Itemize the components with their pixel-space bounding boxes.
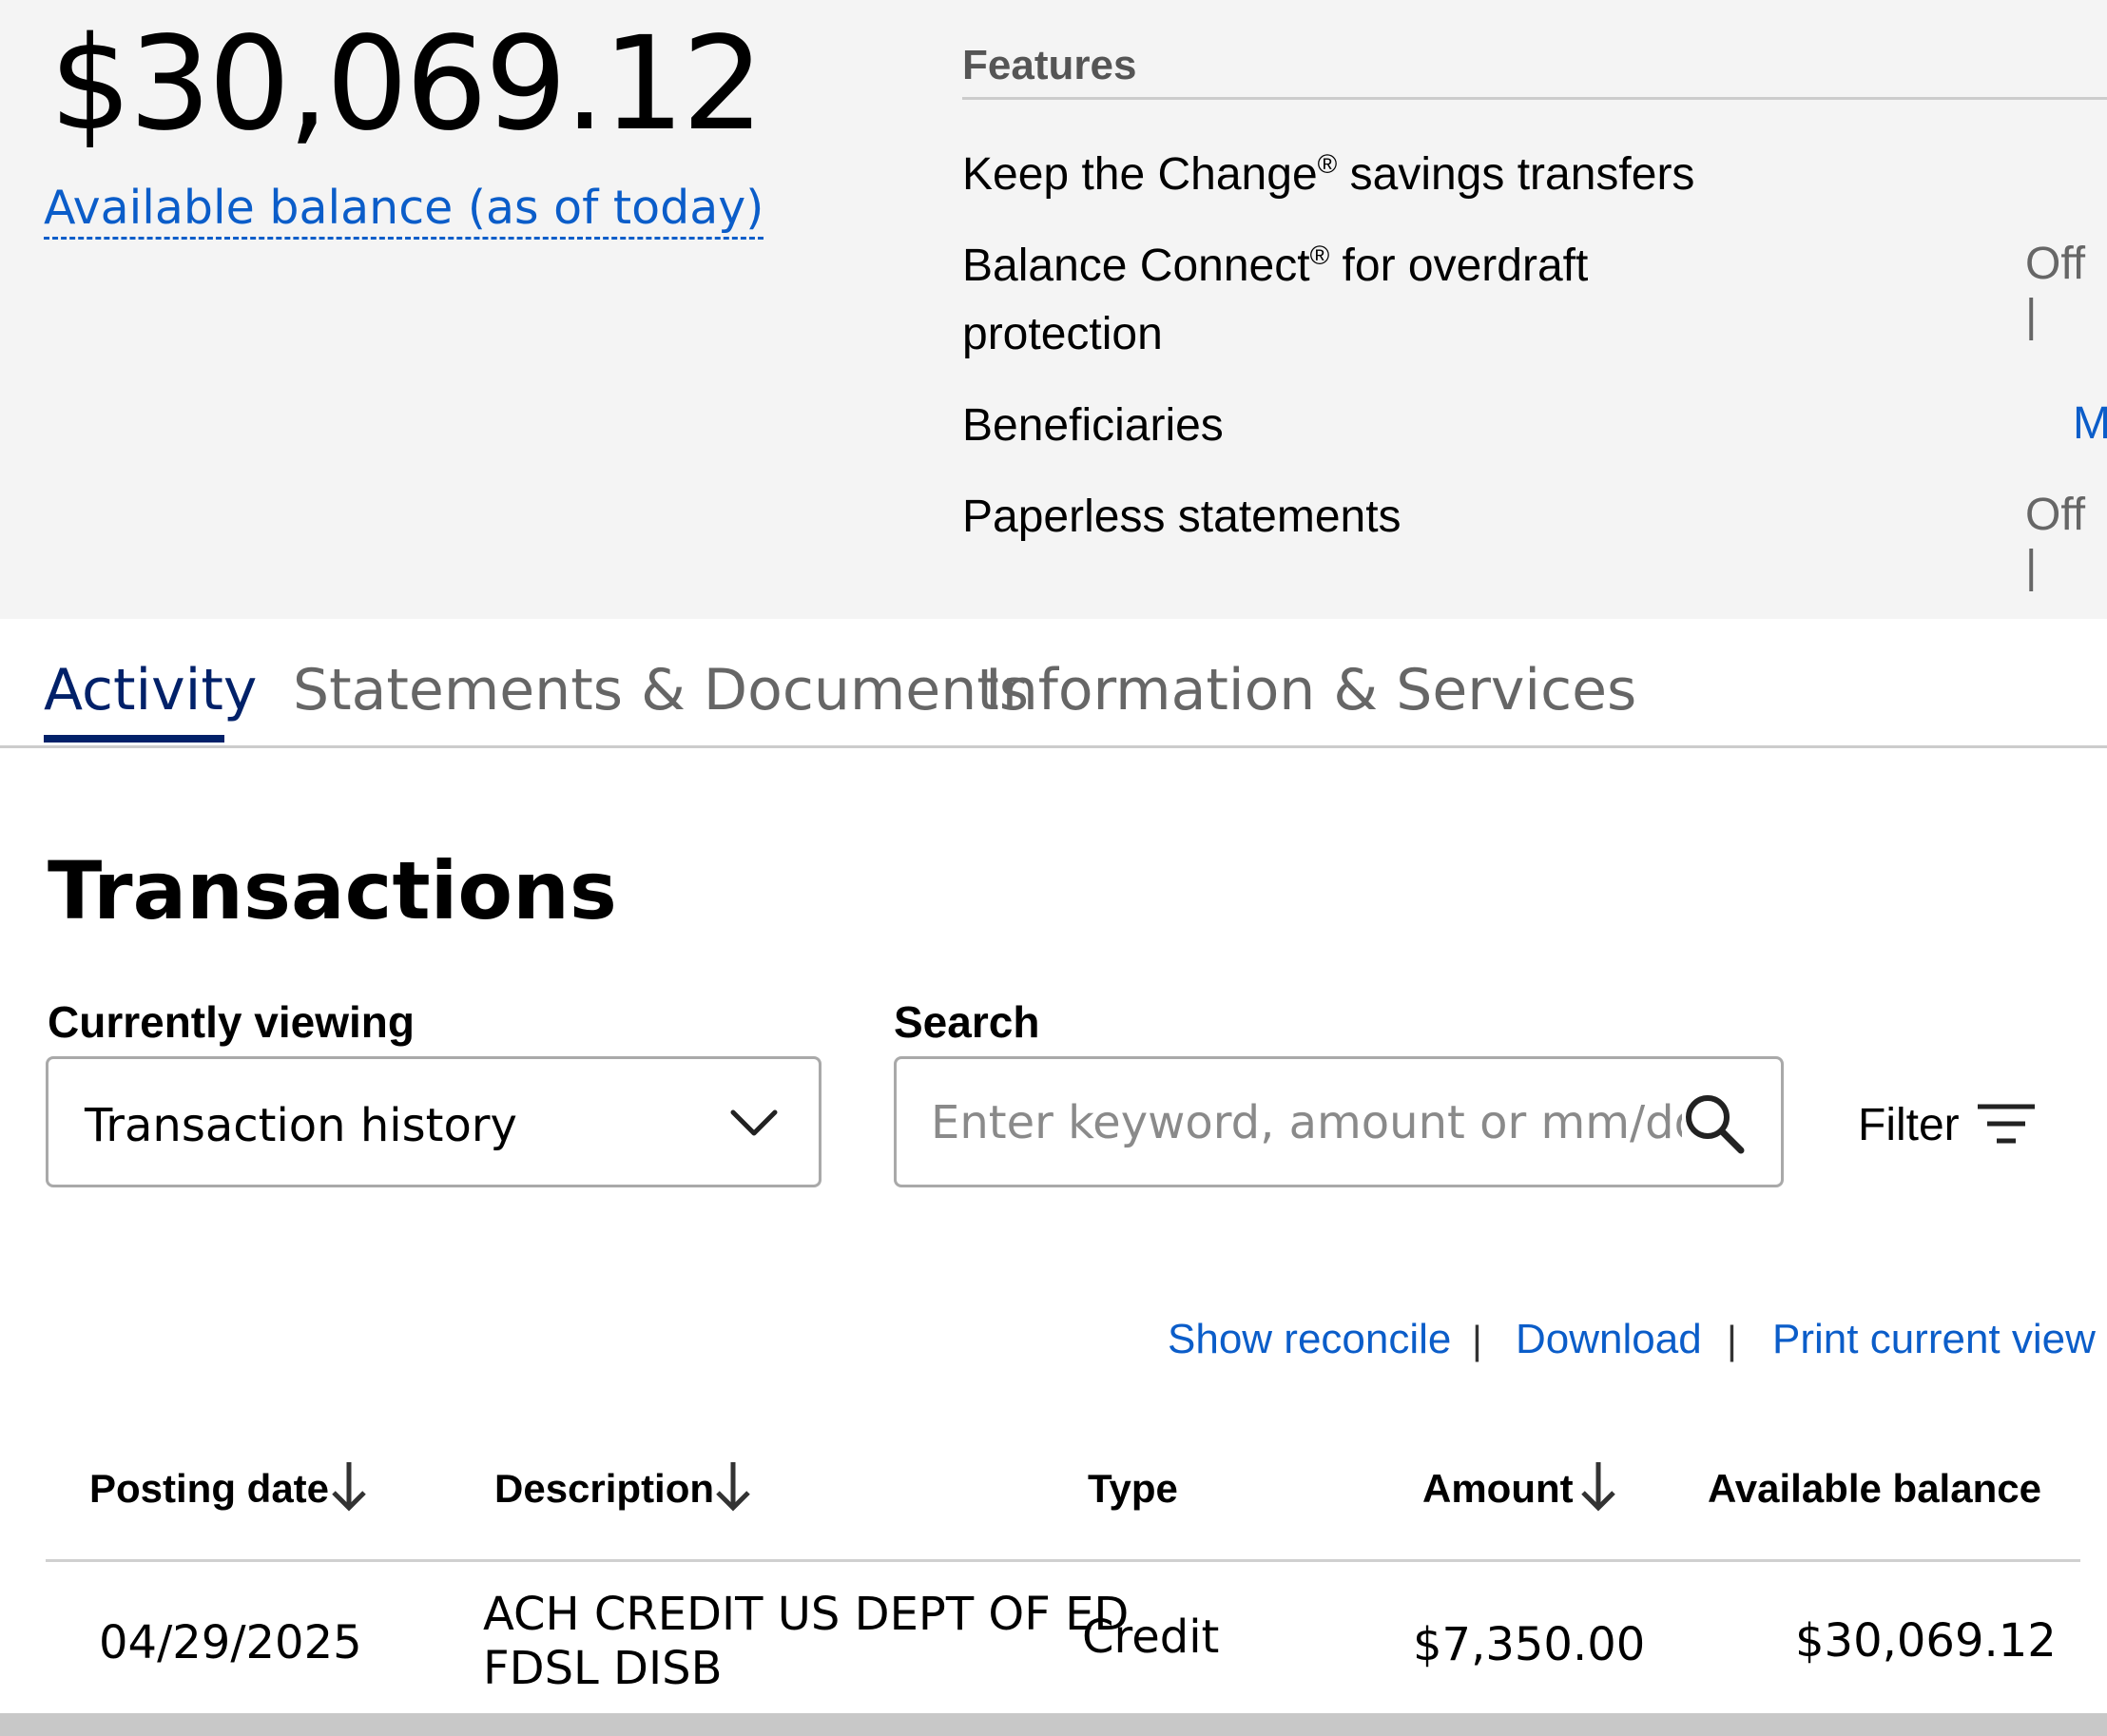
account-tabs: Activity Statements & Documents Informat… [0,619,2107,748]
feature-name-suffix: savings transfers [1337,149,1695,200]
features-heading: Features [962,42,2107,100]
sort-arrow-down-icon[interactable] [329,1458,369,1514]
available-balance-link[interactable]: Available balance (as of today) [44,181,764,240]
currently-viewing-label: Currently viewing [48,997,415,1047]
row-type: Credit [1082,1611,1220,1664]
sort-arrow-down-icon[interactable] [1578,1458,1618,1514]
column-header-amount[interactable]: Amount [1422,1466,1574,1512]
search-box [894,1056,1784,1187]
feature-beneficiaries: Beneficiaries [962,392,1224,460]
registered-mark: ® [1317,149,1338,179]
feature-balance-connect: Balance Connect® for overdraft protectio… [962,232,1588,369]
tab-statements-documents[interactable]: Statements & Documents [293,657,1029,723]
table-header-divider [46,1559,2080,1562]
row-description: ACH CREDIT US DEPT OF ED FDSL DISB [483,1588,1129,1695]
search-input[interactable] [929,1093,1684,1152]
feature-keep-the-change: Keep the Change® savings transfers [962,141,1694,209]
active-tab-indicator [44,735,224,743]
row-amount: $7,350.00 [1413,1618,1646,1671]
filter-icon[interactable] [1976,1101,2037,1147]
horizontal-scrollbar[interactable] [0,1713,2107,1736]
sort-arrow-down-icon[interactable] [713,1458,753,1514]
view-select-value: Transaction history [85,1099,517,1152]
row-available-balance: $30,069.12 [1795,1614,2057,1668]
search-label: Search [894,997,1040,1047]
feature-paperless-statements: Paperless statements [962,483,1401,551]
feature-name-suffix: for overdraft [1329,241,1589,291]
feature-name: Keep the Change [962,149,1318,200]
filter-button[interactable]: Filter [1858,1099,1960,1151]
column-header-description[interactable]: Description [494,1466,714,1512]
search-icon[interactable] [1682,1091,1747,1156]
account-summary-panel: $30,069.12 Available balance (as of toda… [0,0,2107,619]
tab-activity[interactable]: Activity [44,657,257,723]
paperless-status[interactable]: Off | [2025,489,2107,593]
print-current-view-link[interactable]: Print current view [1772,1316,2096,1363]
view-select[interactable]: Transaction history [46,1056,822,1187]
feature-name: Balance Connect [962,241,1310,291]
feature-name: Beneficiaries [962,400,1224,451]
feature-name: Paperless statements [962,492,1401,542]
description-line-1: ACH CREDIT US DEPT OF ED [483,1588,1130,1641]
action-separator: | [1472,1318,1482,1362]
description-line-2: FDSL DISB [483,1641,723,1695]
beneficiaries-manage-link[interactable]: M [2073,397,2107,450]
column-header-available-balance: Available balance [1708,1466,2041,1511]
row-posting-date: 04/29/2025 [99,1616,362,1669]
column-header-posting-date[interactable]: Posting date [89,1466,329,1512]
balance-connect-status[interactable]: Off | [2025,238,2107,342]
chevron-down-icon [730,1109,778,1136]
download-link[interactable]: Download [1516,1316,1702,1363]
show-reconcile-link[interactable]: Show reconcile [1168,1316,1451,1363]
balance-amount: $30,069.12 [49,10,764,160]
transactions-title: Transactions [48,844,617,937]
feature-name-line2: protection [962,309,1163,359]
registered-mark: ® [1309,241,1330,270]
action-separator: | [1727,1318,1737,1362]
column-header-type: Type [1088,1466,1178,1511]
tab-information-services[interactable]: Information & Services [985,657,1636,723]
